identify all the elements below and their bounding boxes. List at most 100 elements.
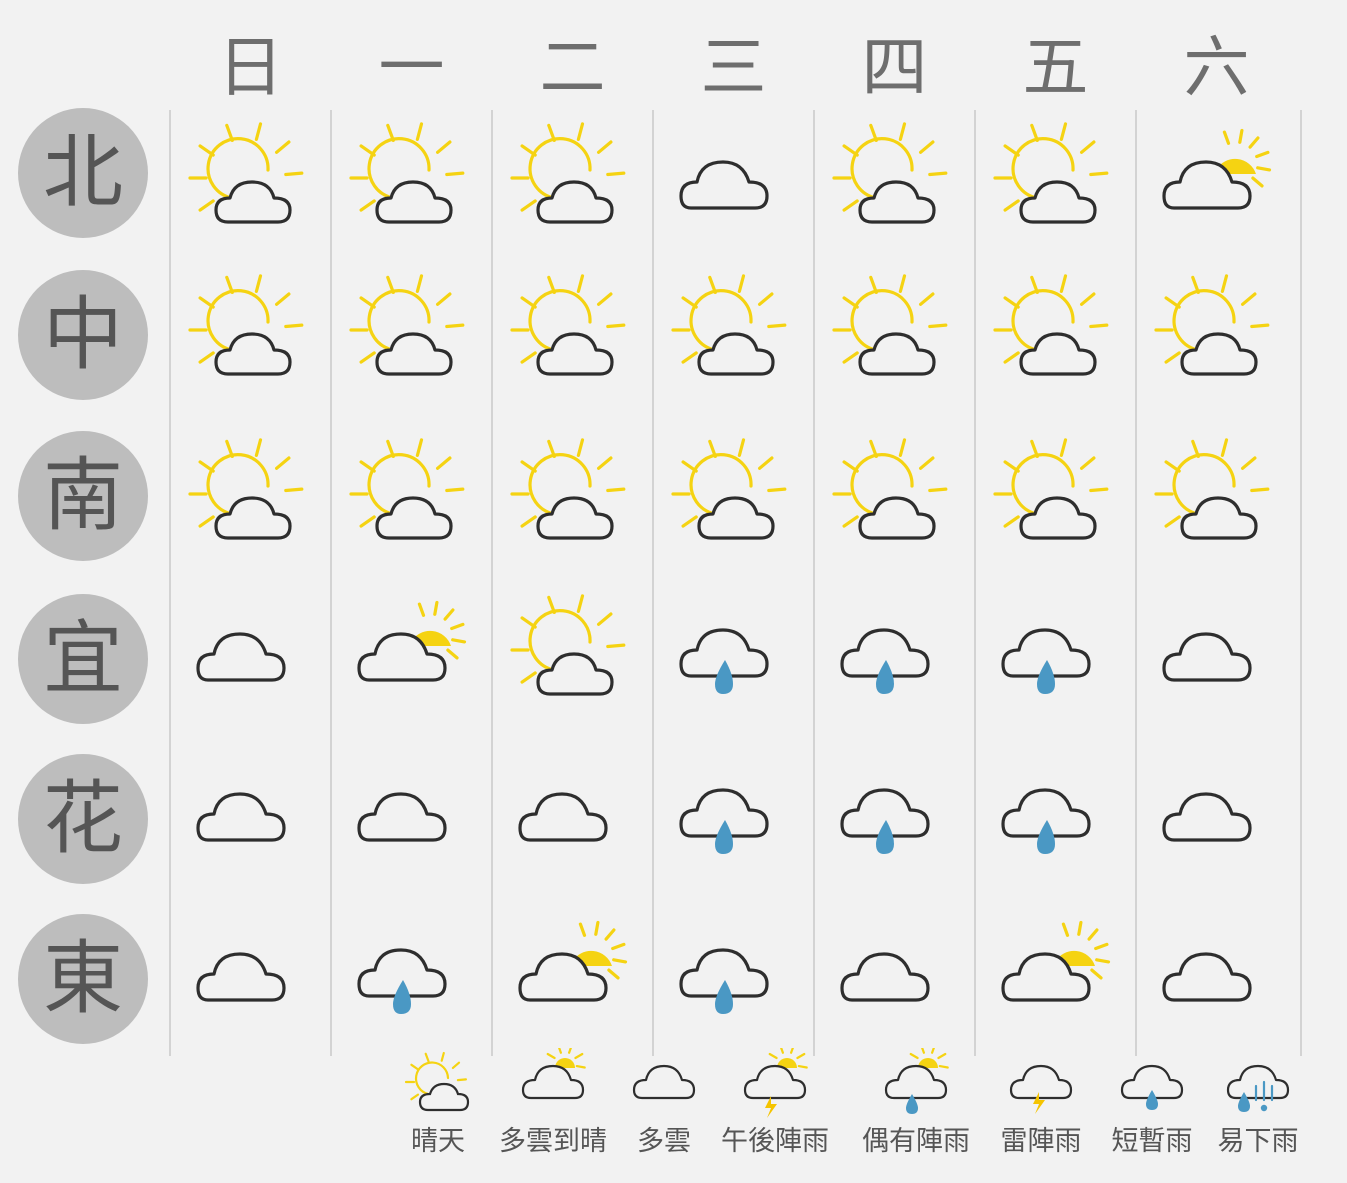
weather-cell — [653, 428, 813, 578]
weather-cloudy-clearing-icon — [518, 920, 628, 1002]
weather-cell — [170, 584, 330, 734]
weather-sunny-icon — [671, 438, 787, 540]
weather-cloudy-clearing-icon — [1162, 128, 1272, 210]
weather-brief-rain-icon — [840, 628, 930, 694]
weather-cloudy-icon — [1162, 632, 1252, 682]
weather-cell — [170, 904, 330, 1054]
weather-cell — [331, 744, 491, 894]
weather-cell — [331, 584, 491, 734]
day-header: 五 — [1022, 29, 1089, 106]
weather-cell — [814, 584, 974, 734]
weather-brief-rain-icon — [357, 948, 447, 1014]
weather-cell — [1136, 584, 1296, 734]
legend-occasional-showers-icon — [884, 1048, 949, 1114]
weather-sunny-icon — [349, 438, 465, 540]
weather-cell — [814, 744, 974, 894]
weather-sunny-icon — [349, 274, 465, 376]
legend-cloudy-clearing-icon — [521, 1048, 586, 1100]
weather-sunny-icon — [188, 122, 304, 224]
weather-cell — [975, 112, 1135, 262]
region-badge: 宜 — [18, 594, 148, 724]
legend-afternoon-thunder-icon — [743, 1048, 808, 1118]
weather-cell — [653, 112, 813, 262]
weather-sunny-icon — [510, 274, 626, 376]
weather-cloudy-icon — [679, 160, 769, 210]
region-badge: 南 — [18, 431, 148, 561]
legend-brief-rain-icon — [1120, 1064, 1184, 1110]
day-header: 三 — [700, 29, 767, 106]
weather-cloudy-icon — [518, 792, 608, 842]
region-badge: 北 — [18, 108, 148, 238]
weather-cloudy-icon — [196, 952, 286, 1002]
weather-cell — [975, 584, 1135, 734]
weather-cloudy-icon — [1162, 952, 1252, 1002]
weather-sunny-icon — [510, 122, 626, 224]
weather-cell — [170, 112, 330, 262]
legend-thunderstorm-icon — [1009, 1064, 1073, 1114]
weather-cell — [1136, 112, 1296, 262]
weather-cell — [814, 112, 974, 262]
weather-cell — [492, 744, 652, 894]
weather-cloudy-icon — [840, 952, 930, 1002]
day-header: 六 — [1183, 29, 1250, 106]
weather-cell — [492, 584, 652, 734]
weather-cell — [1136, 428, 1296, 578]
weather-sunny-icon — [832, 274, 948, 376]
legend-cloudy-icon — [632, 1064, 696, 1100]
weather-sunny-icon — [832, 122, 948, 224]
day-header: 四 — [861, 29, 928, 106]
weather-sunny-icon — [993, 274, 1109, 376]
weather-brief-rain-icon — [679, 948, 769, 1014]
weather-sunny-icon — [671, 274, 787, 376]
weather-sunny-icon — [993, 122, 1109, 224]
weather-cell — [975, 744, 1135, 894]
weather-cell — [975, 904, 1135, 1054]
weather-sunny-icon — [1154, 274, 1270, 376]
weather-brief-rain-icon — [1001, 788, 1091, 854]
weather-cell — [653, 264, 813, 414]
weather-cell — [975, 428, 1135, 578]
weather-sunny-icon — [349, 122, 465, 224]
weather-cloudy-icon — [196, 792, 286, 842]
region-badge: 東 — [18, 914, 148, 1044]
weather-cell — [170, 744, 330, 894]
weather-cell — [170, 264, 330, 414]
column-divider — [1300, 110, 1302, 1056]
weather-brief-rain-icon — [679, 788, 769, 854]
weather-cell — [814, 428, 974, 578]
weather-cloudy-clearing-icon — [357, 600, 467, 682]
legend-label: 易下雨 — [1217, 1126, 1299, 1157]
weather-cell — [492, 904, 652, 1054]
weather-cell — [170, 428, 330, 578]
weather-cloudy-icon — [196, 632, 286, 682]
weather-sunny-icon — [832, 438, 948, 540]
weather-cell — [331, 112, 491, 262]
weather-brief-rain-icon — [1001, 628, 1091, 694]
legend-label: 午後陣雨 — [721, 1126, 829, 1157]
legend-label: 偶有陣雨 — [862, 1126, 970, 1157]
weather-cell — [653, 584, 813, 734]
weather-brief-rain-icon — [840, 788, 930, 854]
weather-cell — [653, 744, 813, 894]
weather-cell — [492, 264, 652, 414]
day-header: 日 — [217, 29, 284, 106]
weather-cell — [492, 428, 652, 578]
weather-cell — [814, 264, 974, 414]
weather-cell — [1136, 744, 1296, 894]
weather-sunny-icon — [993, 438, 1109, 540]
weather-cloudy-icon — [357, 792, 447, 842]
day-header: 二 — [539, 29, 606, 106]
weather-cell — [331, 428, 491, 578]
day-header: 一 — [378, 29, 445, 106]
weather-cell — [975, 264, 1135, 414]
weather-cell — [1136, 264, 1296, 414]
weather-brief-rain-icon — [679, 628, 769, 694]
weather-cell — [814, 904, 974, 1054]
weather-sunny-icon — [510, 438, 626, 540]
weather-sunny-icon — [188, 274, 304, 376]
legend-likely-rain-icon — [1226, 1064, 1290, 1112]
weather-cell — [331, 264, 491, 414]
weather-cell — [492, 112, 652, 262]
weather-sunny-icon — [1154, 438, 1270, 540]
weather-sunny-icon — [188, 438, 304, 540]
